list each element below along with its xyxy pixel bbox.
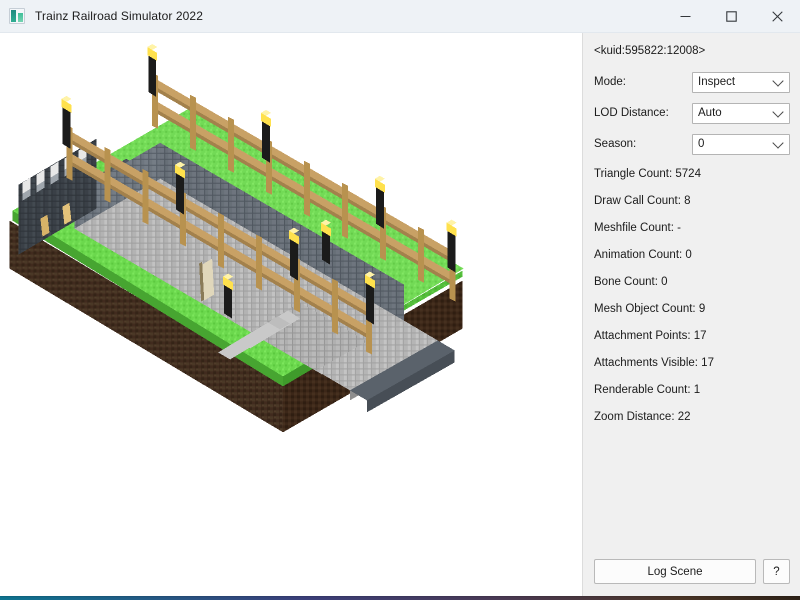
stat-animation-count: Animation Count: 0: [594, 249, 692, 261]
application-window: Trainz Railroad Simulator 2022 <kuid:595…: [0, 0, 800, 596]
lod-distance-select-value: Auto: [698, 107, 722, 119]
mode-select-value: Inspect: [698, 76, 736, 88]
chevron-down-icon: [772, 106, 784, 118]
season-select[interactable]: 0: [692, 133, 790, 155]
stat-bone-count: Bone Count: 0: [594, 276, 668, 288]
statistics-list: Triangle Count: 5724 Draw Call Count: 8 …: [594, 168, 790, 438]
stat-renderable-count: Renderable Count: 1: [594, 384, 701, 396]
window-controls: [662, 0, 800, 32]
minimize-icon: [680, 15, 690, 17]
stat-attachment-points: Attachment Points: 17: [594, 330, 707, 342]
stat-zoom-distance: Zoom Distance: 22: [594, 411, 691, 423]
chevron-down-icon: [772, 137, 784, 149]
maximize-button[interactable]: [708, 0, 754, 32]
app-icon: [9, 8, 25, 24]
lod-distance-row: LOD Distance: Auto: [594, 102, 790, 124]
log-scene-button[interactable]: Log Scene: [594, 559, 756, 584]
stat-meshfile-count: Meshfile Count: -: [594, 222, 681, 234]
stat-draw-call-count: Draw Call Count: 8: [594, 195, 691, 207]
model-viewport[interactable]: [0, 33, 582, 596]
lod-distance-select[interactable]: Auto: [692, 102, 790, 124]
mode-select[interactable]: Inspect: [692, 71, 790, 93]
maximize-icon: [725, 10, 737, 22]
mode-row: Mode: Inspect: [594, 71, 790, 93]
inspector-panel: <kuid:595822:12008> Mode: Inspect LOD Di…: [582, 33, 800, 596]
stat-triangle-count: Triangle Count: 5724: [594, 168, 701, 180]
stat-attachments-visible: Attachments Visible: 17: [594, 357, 714, 369]
season-select-value: 0: [698, 138, 705, 150]
season-row: Season: 0: [594, 133, 790, 155]
chevron-down-icon: [772, 75, 784, 87]
window-title: Trainz Railroad Simulator 2022: [35, 9, 203, 23]
close-icon: [771, 10, 783, 22]
close-button[interactable]: [754, 0, 800, 32]
panel-footer: Log Scene ?: [594, 559, 790, 586]
kuid-label: <kuid:595822:12008>: [594, 45, 706, 57]
window-body: <kuid:595822:12008> Mode: Inspect LOD Di…: [0, 33, 800, 596]
lod-distance-label: LOD Distance:: [594, 107, 669, 119]
voxel-model-render: [9, 43, 464, 433]
stat-mesh-object-count: Mesh Object Count: 9: [594, 303, 706, 315]
season-label: Season:: [594, 138, 637, 150]
help-button[interactable]: ?: [763, 559, 790, 584]
title-bar[interactable]: Trainz Railroad Simulator 2022: [0, 0, 800, 33]
minimize-button[interactable]: [662, 0, 708, 32]
mode-label: Mode:: [594, 76, 626, 88]
